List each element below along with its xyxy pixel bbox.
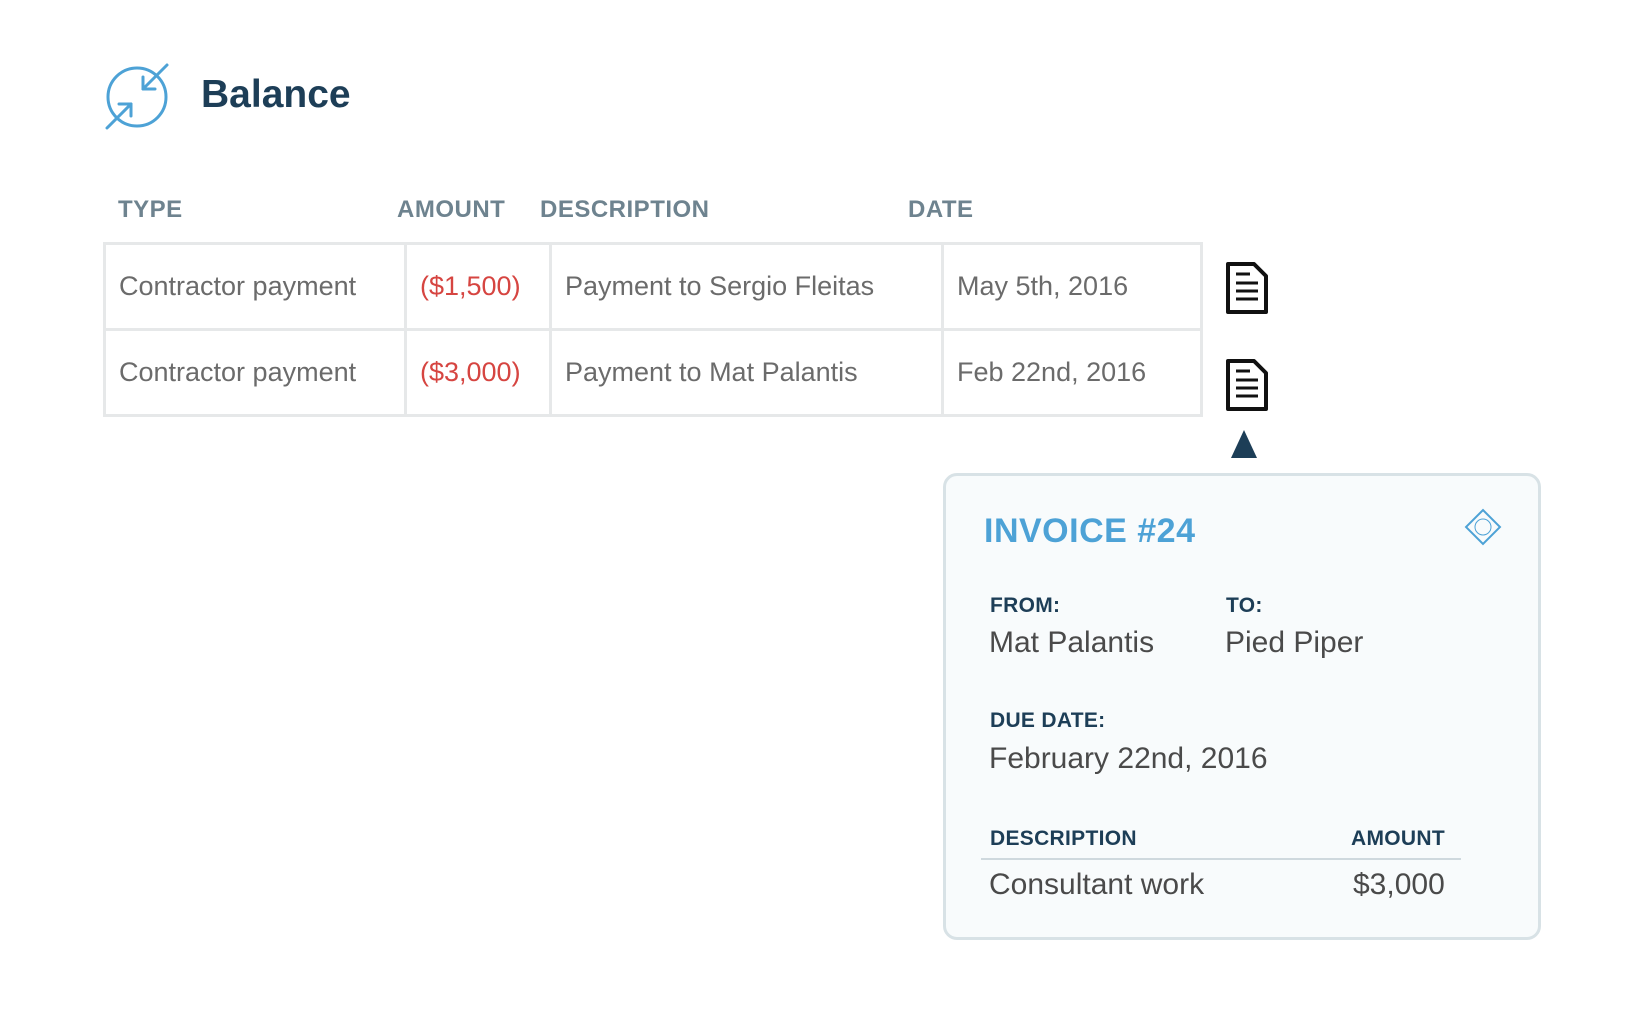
date-cell: May 5th, 2016 [941, 242, 1203, 331]
page-header: Balance [105, 60, 351, 130]
to-label: TO: [1226, 594, 1263, 617]
close-popover-button[interactable] [1462, 506, 1504, 548]
amount-cell: ($1,500) [404, 242, 552, 331]
page-title: Balance [201, 73, 351, 116]
line-item-amount: $3,000 [1353, 868, 1445, 901]
invoice-title: INVOICE #24 [984, 512, 1196, 550]
diamond-close-icon [1464, 508, 1502, 546]
document-icon [1226, 359, 1268, 411]
item-description-header: DESCRIPTION [990, 827, 1137, 850]
line-items-divider [981, 858, 1461, 860]
transfer-arrows-icon [105, 63, 169, 130]
invoice-popover: INVOICE #24 FROM: Mat Palantis TO: Pied … [943, 473, 1541, 940]
type-cell: Contractor payment [103, 242, 407, 331]
type-cell: Contractor payment [103, 328, 407, 417]
item-amount-header: AMOUNT [1351, 827, 1445, 850]
balance-table: Contractor payment ($1,500) Payment to S… [103, 242, 1203, 417]
due-date-label: DUE DATE: [990, 709, 1106, 732]
table-row[interactable]: Contractor payment ($3,000) Payment to M… [103, 328, 1203, 417]
amount-cell: ($3,000) [404, 328, 552, 417]
column-header-amount: AMOUNT [397, 196, 506, 223]
document-icon [1226, 262, 1268, 314]
table-row[interactable]: Contractor payment ($1,500) Payment to S… [103, 242, 1203, 331]
to-value: Pied Piper [1225, 626, 1364, 659]
table-column-headers: TYPE AMOUNT DESCRIPTION DATE [0, 196, 1200, 226]
column-header-type: TYPE [118, 196, 183, 223]
popover-pointer [1231, 430, 1257, 458]
view-invoice-button[interactable] [1224, 260, 1270, 316]
due-date-value: February 22nd, 2016 [989, 742, 1268, 775]
description-cell: Payment to Mat Palantis [549, 328, 944, 417]
line-item-description: Consultant work [989, 868, 1205, 901]
description-cell: Payment to Sergio Fleitas [549, 242, 944, 331]
column-header-date: DATE [908, 196, 974, 223]
from-label: FROM: [990, 594, 1061, 617]
view-invoice-button[interactable] [1224, 357, 1270, 413]
date-cell: Feb 22nd, 2016 [941, 328, 1203, 417]
from-value: Mat Palantis [989, 626, 1155, 659]
column-header-description: DESCRIPTION [540, 196, 710, 223]
